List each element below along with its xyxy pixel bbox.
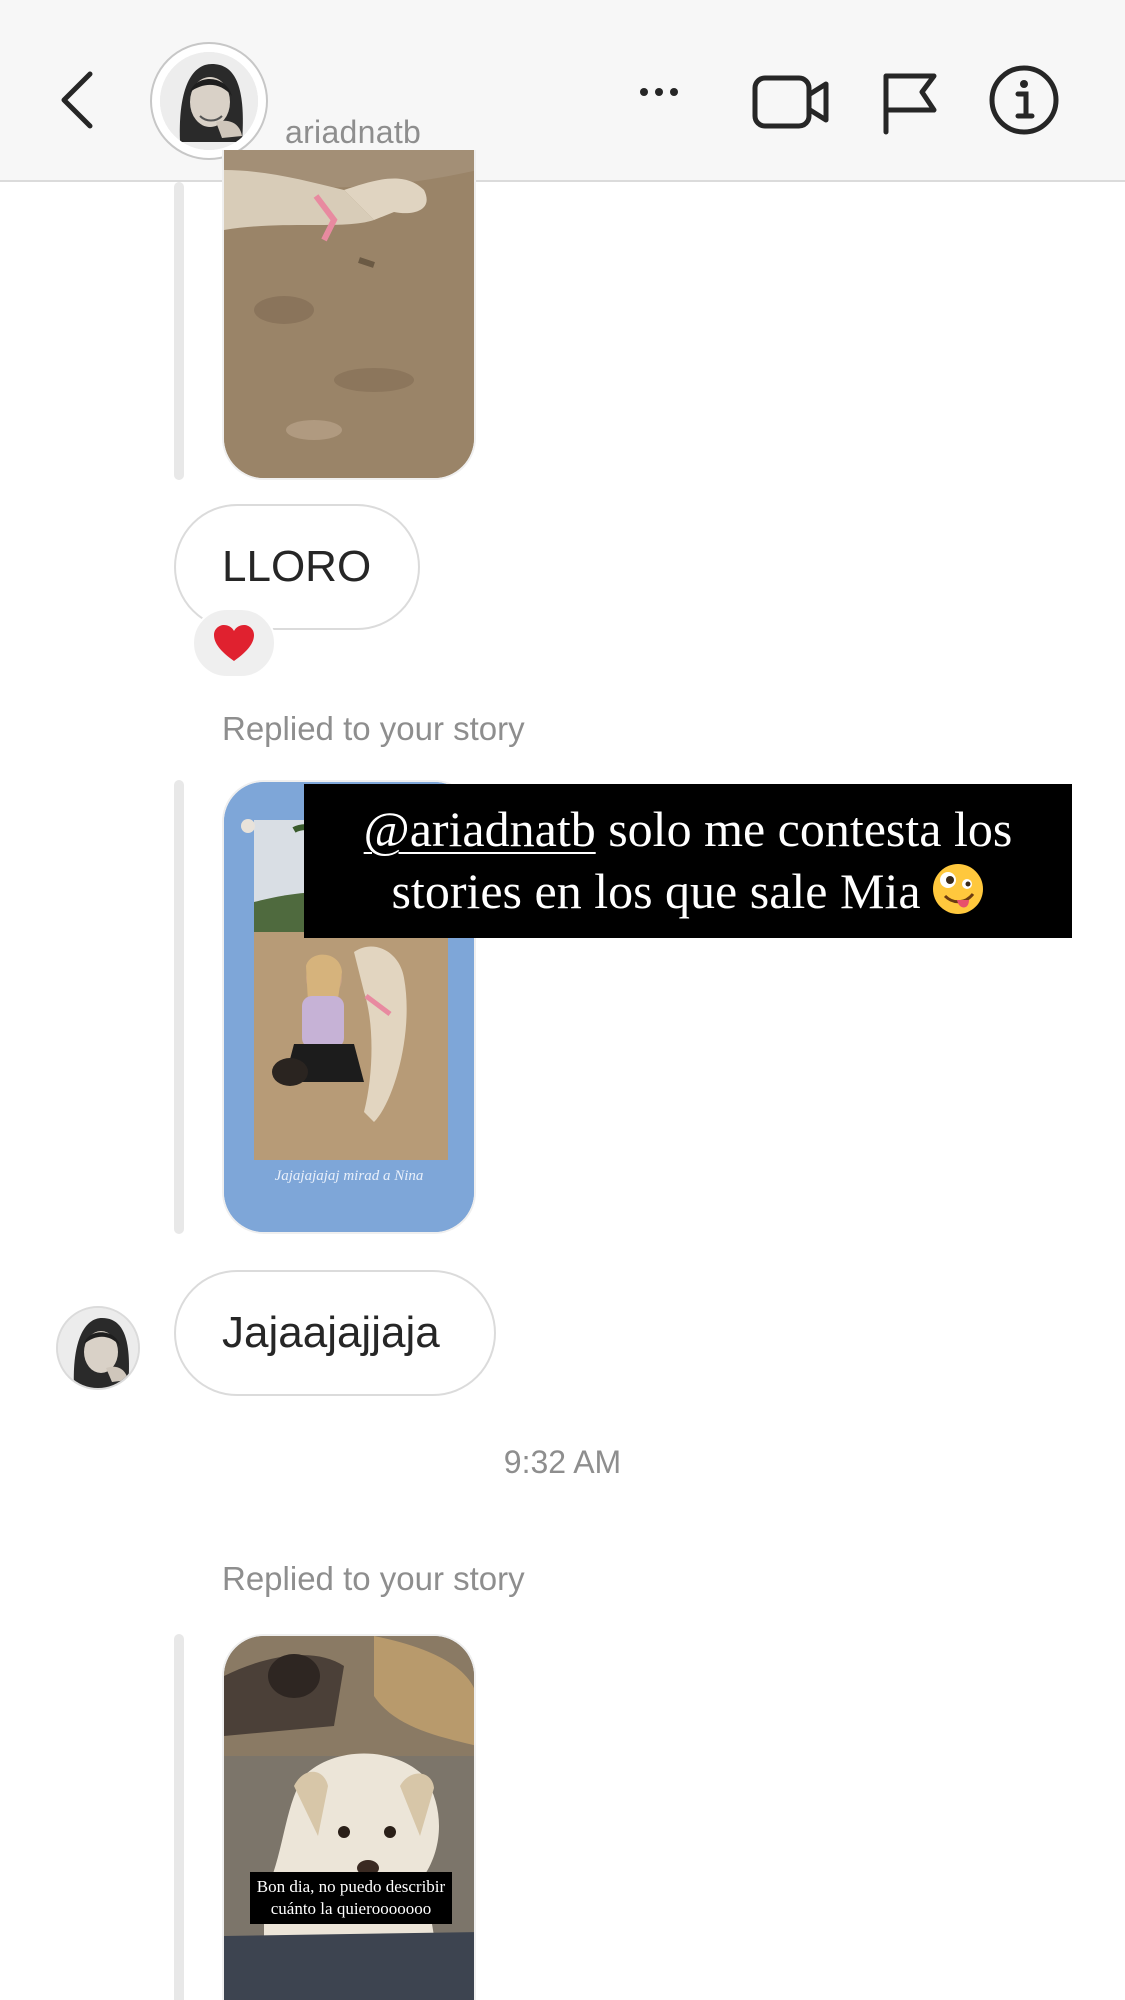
heart-icon bbox=[214, 625, 254, 661]
message-timestamp: 9:32 AM bbox=[503, 1444, 622, 1480]
reply-indicator-bar bbox=[174, 182, 184, 480]
story-preview-image[interactable] bbox=[222, 150, 476, 480]
story-text-overlay: @ariadnatb solo me contesta los stories … bbox=[304, 784, 1072, 938]
info-button[interactable] bbox=[988, 64, 1060, 136]
story-caption: Bon dia, no puedo describir cuánto la qu… bbox=[250, 1872, 452, 1924]
message-text: Jajaajajjaja bbox=[222, 1308, 440, 1357]
more-button[interactable] bbox=[634, 72, 684, 112]
report-flag-button[interactable] bbox=[880, 70, 940, 136]
video-call-icon bbox=[752, 75, 829, 129]
more-icon bbox=[640, 88, 678, 96]
reaction-badge[interactable] bbox=[192, 608, 276, 678]
username[interactable]: ariadnatb bbox=[285, 114, 421, 151]
message-text: LLORO bbox=[222, 542, 372, 591]
story-preview-image[interactable]: Bon dia, no puedo describir cuánto la qu… bbox=[222, 1634, 476, 2000]
video-call-button[interactable] bbox=[752, 72, 830, 132]
reply-indicator-bar bbox=[174, 1634, 184, 2000]
story-reply-label: Replied to your story bbox=[222, 1560, 525, 1597]
flag-icon bbox=[883, 73, 937, 135]
overlay-text-line2: stories en los que sale Mia bbox=[391, 863, 921, 919]
story-reply-label: Replied to your story bbox=[222, 710, 525, 747]
back-chevron-icon bbox=[61, 71, 93, 129]
reply-indicator-bar bbox=[174, 780, 184, 1234]
avatar-photo bbox=[160, 52, 258, 150]
conversation-header: ariadnatb bbox=[0, 0, 1125, 182]
mention-link[interactable]: @ariadnatb bbox=[364, 801, 596, 857]
message-bubble[interactable]: Jajaajajjaja bbox=[174, 1270, 496, 1396]
sender-avatar[interactable] bbox=[56, 1306, 140, 1390]
zany-face-emoji-icon bbox=[932, 864, 983, 914]
info-icon bbox=[989, 65, 1059, 135]
back-button[interactable] bbox=[52, 62, 112, 138]
profile-avatar[interactable] bbox=[150, 42, 268, 160]
story-caption: Jajajajajaj mirad a Nina bbox=[274, 1168, 424, 1184]
overlay-text-line1: solo me contesta los bbox=[595, 801, 1013, 857]
